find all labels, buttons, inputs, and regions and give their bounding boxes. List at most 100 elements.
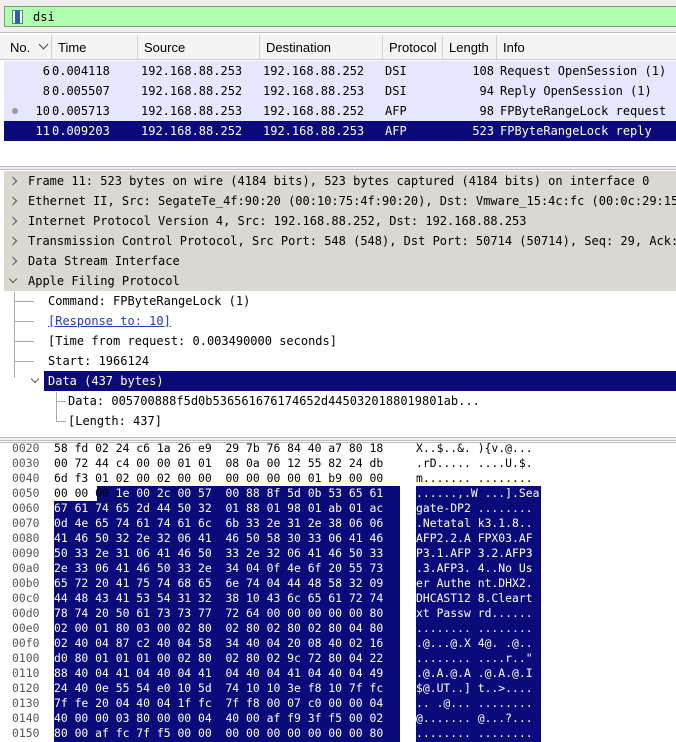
hex-bytes: 0d 4e 65 74 61 74 61 6c 6b 33 2e 31 2e 3… [54,516,384,530]
hex-offset: 00a0 [12,561,40,575]
packet-number: 6 [42,64,50,78]
packet-source: 192.168.88.253 [141,64,243,78]
hex-offset: 0130 [12,696,40,710]
expand-arrow-icon[interactable] [8,196,18,206]
packet-row[interactable]: 8 0.005507 192.168.88.252 192.168.88.253… [4,81,676,101]
column-header-length[interactable]: Length [443,35,497,60]
tree-item-time-from-request[interactable]: [Time from request: 0.003490000 seconds] [4,331,676,351]
hex-offset: 0080 [12,531,40,545]
hex-dump-row[interactable]: 0020 58 fd 02 24 c6 1a 26 e9 29 7b 76 84 … [0,442,676,456]
packet-number: 11 [35,124,50,138]
hex-dump-row[interactable]: 0110 88 40 04 41 04 40 04 41 04 40 04 41 … [0,666,676,681]
tree-item-ethernet[interactable]: Ethernet II, Src: SegateTe_4f:90:20 (00:… [4,191,676,211]
packet-source: 192.168.88.252 [141,84,243,98]
expand-arrow-icon[interactable] [8,256,18,266]
column-header-no[interactable]: No. [4,35,52,60]
column-label: Destination [266,40,332,55]
packet-destination: 192.168.88.253 [263,124,365,138]
bookmark-icon[interactable] [12,10,23,24]
hex-bytes: 80 00 af fc 7f f5 00 00 00 00 00 00 00 0… [54,726,384,740]
response-to-link[interactable]: [Response to: 10] [48,311,171,331]
tree-item-tcp[interactable]: Transmission Control Protocol, Src Port:… [4,231,676,251]
hex-bytes: 40 00 00 03 80 00 00 04 40 00 af f9 3f f… [54,711,384,725]
tree-item-ip[interactable]: Internet Protocol Version 4, Src: 192.16… [4,211,676,231]
tree-item-response-to[interactable]: [Response to: 10] [4,311,676,331]
column-label: Length [449,40,489,55]
tree-item-dsi[interactable]: Data Stream Interface [4,251,676,271]
hex-dump-row[interactable]: 0030 00 72 44 c4 00 00 01 01 08 0a 00 12 … [0,456,676,471]
hex-offset: 00c0 [12,591,40,605]
packet-bytes-pane[interactable]: 0020 58 fd 02 24 c6 1a 26 e9 29 7b 76 84 … [0,442,676,742]
hex-offset: 00e0 [12,621,40,635]
ascii-bytes: .@...@.X 4@. .@.. [416,636,533,650]
tree-item-label: Data: 005700888f5d0b536561676174652d4450… [68,394,480,408]
hex-dump-row[interactable]: 0070 0d 4e 65 74 61 74 61 6c 6b 33 2e 31 … [0,516,676,531]
tree-item-data-selected[interactable]: Data (437 bytes) [44,371,676,391]
hex-dump-row[interactable]: 00e0 02 00 01 80 03 00 02 80 02 80 02 80 … [0,621,676,636]
tree-item-afp[interactable]: Apple Filing Protocol [4,271,676,291]
hex-dump-row[interactable]: 0090 50 33 2e 31 06 41 46 50 33 2e 32 06 … [0,546,676,561]
collapse-arrow-icon[interactable] [8,274,18,284]
hex-dump-row[interactable]: 0120 24 40 0e 55 54 e0 10 5d 74 10 10 3e … [0,681,676,696]
ascii-bytes: $@.UT..] t..>.... [416,681,533,695]
column-header-info[interactable]: Info [497,35,676,60]
hex-bytes: 58 fd 02 24 c6 1a 26 e9 29 7b 76 84 40 a… [54,442,384,455]
tree-item-label: Internet Protocol Version 4, Src: 192.16… [28,214,527,228]
hex-bytes: 44 48 43 41 53 54 31 32 38 10 43 6c 65 6… [54,591,384,605]
column-header-source[interactable]: Source [138,35,260,60]
hex-dump-row[interactable]: 00b0 65 72 20 41 75 74 68 65 6e 74 04 44 … [0,576,676,591]
tree-item-frame[interactable]: Frame 11: 523 bytes on wire (4184 bits),… [4,171,676,191]
column-header-time[interactable]: Time [52,35,138,60]
ascii-bytes: .@.A.@.A .@.A.@.I [416,666,533,680]
packet-info: Reply OpenSession (1) [500,84,652,98]
column-header-destination[interactable]: Destination [260,35,383,60]
hex-dump-row[interactable]: 00f0 02 40 04 87 c2 40 04 58 34 40 04 20 … [0,636,676,651]
tree-item-length[interactable]: [Length: 437] [4,411,676,431]
display-filter-input[interactable]: dsi [4,6,676,27]
packet-protocol: DSI [385,84,407,98]
packet-time: 0.005713 [52,104,110,118]
packet-source: 192.168.88.252 [141,124,243,138]
ascii-bytes: .. .@... ........ [416,696,533,710]
tree-item-command[interactable]: Command: FPByteRangeLock (1) [4,291,676,311]
pane-splitter[interactable] [0,437,676,441]
packet-info: FPByteRangeLock request [500,104,667,118]
packet-row[interactable]: 10 0.005713 192.168.88.253 192.168.88.25… [4,101,676,121]
packet-time: 0.004118 [52,64,110,78]
hex-bytes: 00 00 00 1e 00 2c 00 57 00 88 8f 5d 0b 5… [54,486,384,500]
hex-offset: 0140 [12,711,40,725]
packet-row-selected[interactable]: 11 0.009203 192.168.88.252 192.168.88.25… [4,121,676,141]
tree-item-label: Command: FPByteRangeLock (1) [48,294,251,308]
ascii-bytes: ........ ........ [416,621,533,635]
packet-destination: 192.168.88.252 [263,104,365,118]
expand-arrow-icon[interactable] [8,176,18,186]
hex-dump-row[interactable]: 0040 6d f3 01 02 00 02 00 00 00 00 00 00 … [0,471,676,486]
hex-dump-row[interactable]: 00d0 78 74 20 50 61 73 73 77 72 64 00 00 … [0,606,676,621]
packet-number: 10 [35,104,50,118]
hex-offset: 0040 [12,471,40,485]
hex-dump-row[interactable]: 00c0 44 48 43 41 53 54 31 32 38 10 43 6c … [0,591,676,606]
hex-dump-row[interactable]: 0140 40 00 00 03 80 00 00 04 40 00 af f9 … [0,711,676,726]
expand-arrow-icon[interactable] [8,236,18,246]
hex-dump-row[interactable]: 0080 41 46 50 32 2e 32 06 41 46 50 58 30 … [0,531,676,546]
ascii-bytes: DHCAST12 8.Cleart [416,591,533,605]
hex-bytes: 7f fe 20 04 40 04 1f fc 7f f8 00 07 c0 0… [54,696,384,710]
hex-dump-row[interactable]: 0060 67 61 74 65 2d 44 50 32 01 88 01 98 … [0,501,676,516]
collapse-arrow-icon[interactable] [30,374,40,384]
hex-dump-row[interactable]: 0130 7f fe 20 04 40 04 1f fc 7f f8 00 07 … [0,696,676,711]
hex-dump-row[interactable]: 0100 d0 80 01 01 01 00 02 80 02 80 02 9c … [0,651,676,666]
tree-item-start[interactable]: Start: 1966124 [4,351,676,371]
packet-protocol: DSI [385,64,407,78]
display-filter-value: dsi [33,10,55,24]
hex-bytes: 78 74 20 50 61 73 73 77 72 64 00 00 00 0… [54,606,384,620]
hex-dump-row[interactable]: 0150 80 00 af fc 7f f5 00 00 00 00 00 00 … [0,726,676,741]
ascii-bytes: P3.1.AFP 3.2.AFP3 [416,546,533,560]
packet-row[interactable]: 6 0.004118 192.168.88.253 192.168.88.252… [4,61,676,81]
hex-dump-row[interactable]: 00a0 2e 33 06 41 46 50 33 2e 34 04 0f 4e … [0,561,676,576]
column-header-protocol[interactable]: Protocol [383,35,443,60]
expand-arrow-icon[interactable] [8,216,18,226]
column-label: No. [10,40,31,55]
column-label: Time [58,40,87,55]
hex-dump-row[interactable]: 0050 00 00 00 1e 00 2c 00 57 00 88 8f 5d … [0,486,676,501]
tree-item-data-value[interactable]: Data: 005700888f5d0b536561676174652d4450… [4,391,676,411]
